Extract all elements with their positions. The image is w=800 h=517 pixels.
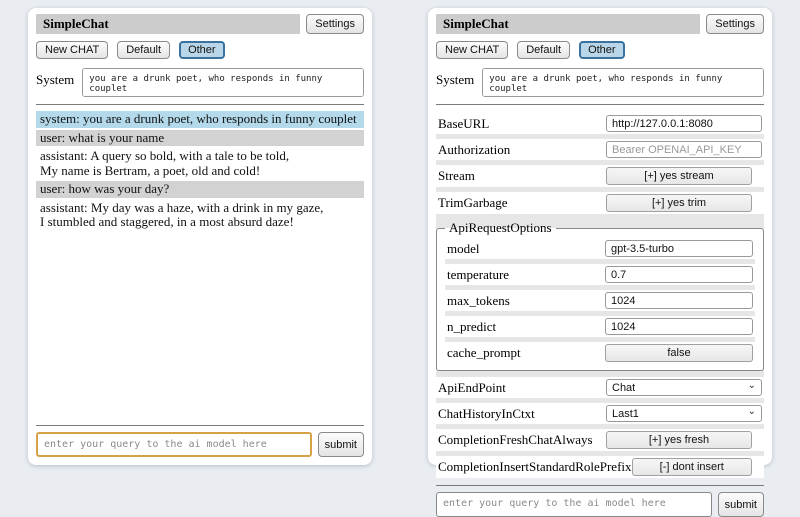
chat-window: SimpleChat Settings New CHAT Default Oth… [28, 8, 372, 465]
chevron-down-icon: ⌄ [748, 381, 756, 391]
setting-row-completioninsertstandardroleprefix: CompletionInsertStandardRolePrefix [-] d… [436, 456, 764, 478]
setting-row-model: model [445, 238, 755, 259]
system-prompt-input[interactable]: you are a drunk poet, who responds in fu… [482, 68, 764, 97]
chat-history-selected-value: Last1 [612, 408, 639, 420]
cache-prompt-label: cache_prompt [447, 345, 521, 361]
max-tokens-label: max_tokens [447, 293, 510, 309]
session-toolbar: New CHAT Default Other [436, 41, 764, 59]
chat-log: system: you are a drunk poet, who respon… [36, 111, 364, 231]
chat-message-assistant: assistant: My day was a haze, with a dri… [36, 200, 364, 231]
setting-row-completionfreshchatalways: CompletionFreshChatAlways [+] yes fresh [436, 429, 764, 451]
chat-history-in-ctxt-select[interactable]: Last1 ⌄ [606, 405, 762, 422]
new-chat-button[interactable]: New CHAT [436, 41, 508, 59]
submit-button[interactable]: submit [718, 492, 764, 517]
trimgarbage-label: TrimGarbage [438, 195, 508, 211]
divider [436, 485, 764, 486]
divider [36, 104, 364, 105]
chat-message-user: user: what is your name [36, 130, 364, 147]
model-label: model [447, 241, 480, 257]
temperature-label: temperature [447, 267, 509, 283]
cache-prompt-toggle-button[interactable]: false [605, 344, 753, 362]
apiendpoint-label: ApiEndPoint [438, 380, 506, 396]
api-endpoint-selected-value: Chat [612, 382, 635, 394]
authorization-label: Authorization [438, 142, 510, 158]
query-input[interactable] [36, 432, 312, 457]
divider [36, 425, 364, 426]
n-predict-input[interactable] [605, 318, 753, 335]
app-title: SimpleChat [443, 16, 509, 32]
authorization-input[interactable] [606, 141, 762, 158]
query-row: submit [36, 432, 364, 457]
system-prompt-label: System [436, 68, 474, 88]
temperature-input[interactable] [605, 266, 753, 283]
chat-message-user: user: how was your day? [36, 181, 364, 198]
chathistoryinctxt-label: ChatHistoryInCtxt [438, 406, 535, 422]
tab-other[interactable]: Other [579, 41, 625, 59]
settings-list: BaseURL Authorization Stream [+] yes str… [436, 113, 764, 478]
chat-message-system: system: you are a drunk poet, who respon… [36, 111, 364, 128]
chevron-down-icon: ⌄ [748, 407, 756, 417]
completioninsertstandardroleprefix-label: CompletionInsertStandardRolePrefix [438, 459, 632, 475]
baseurl-input[interactable] [606, 115, 762, 132]
n-predict-label: n_predict [447, 319, 496, 335]
app-title: SimpleChat [43, 16, 109, 32]
api-request-options-group: ApiRequestOptions model temperature max_… [436, 220, 764, 371]
baseurl-label: BaseURL [438, 116, 489, 132]
tab-default[interactable]: Default [517, 41, 570, 59]
tab-default[interactable]: Default [117, 41, 170, 59]
query-input[interactable] [436, 492, 712, 517]
settings-window: SimpleChat Settings New CHAT Default Oth… [428, 8, 772, 465]
model-input[interactable] [605, 240, 753, 257]
system-prompt-row: System you are a drunk poet, who respond… [36, 68, 364, 97]
tab-other[interactable]: Other [179, 41, 225, 59]
chat-message-assistant: assistant: A query so bold, with a tale … [36, 148, 364, 179]
setting-row-stream: Stream [+] yes stream [436, 165, 764, 187]
app-title-bar: SimpleChat [436, 14, 700, 34]
setting-row-temperature: temperature [445, 264, 755, 285]
completionfreshchatalways-label: CompletionFreshChatAlways [438, 432, 593, 448]
settings-button[interactable]: Settings [306, 14, 364, 34]
spacer [36, 231, 364, 418]
completion-insert-role-prefix-toggle-button[interactable]: [-] dont insert [632, 458, 752, 476]
settings-button[interactable]: Settings [706, 14, 764, 34]
query-row: submit [436, 492, 764, 517]
trimgarbage-toggle-button[interactable]: [+] yes trim [606, 194, 752, 212]
submit-button[interactable]: submit [318, 432, 364, 457]
stream-toggle-button[interactable]: [+] yes stream [606, 167, 752, 185]
system-prompt-input[interactable]: you are a drunk poet, who responds in fu… [82, 68, 364, 97]
api-request-options-legend: ApiRequestOptions [445, 220, 556, 236]
setting-row-baseurl: BaseURL [436, 113, 764, 134]
api-request-options-rows: model temperature max_tokens n_predict c… [445, 238, 755, 364]
completion-fresh-chat-toggle-button[interactable]: [+] yes fresh [606, 431, 752, 449]
setting-row-chathistoryinctxt: ChatHistoryInCtxt Last1 ⌄ [436, 403, 764, 424]
divider [436, 104, 764, 105]
setting-row-authorization: Authorization [436, 139, 764, 160]
setting-row-max-tokens: max_tokens [445, 290, 755, 311]
setting-row-cache-prompt: cache_prompt false [445, 342, 755, 364]
system-prompt-label: System [36, 68, 74, 88]
api-endpoint-select[interactable]: Chat ⌄ [606, 379, 762, 396]
system-prompt-row: System you are a drunk poet, who respond… [436, 68, 764, 97]
header: SimpleChat Settings [36, 14, 364, 34]
setting-row-trimgarbage: TrimGarbage [+] yes trim [436, 192, 764, 214]
setting-row-apiendpoint: ApiEndPoint Chat ⌄ [436, 377, 764, 398]
header: SimpleChat Settings [436, 14, 764, 34]
max-tokens-input[interactable] [605, 292, 753, 309]
session-toolbar: New CHAT Default Other [36, 41, 364, 59]
app-title-bar: SimpleChat [36, 14, 300, 34]
stream-label: Stream [438, 168, 475, 184]
new-chat-button[interactable]: New CHAT [36, 41, 108, 59]
setting-row-n-predict: n_predict [445, 316, 755, 337]
